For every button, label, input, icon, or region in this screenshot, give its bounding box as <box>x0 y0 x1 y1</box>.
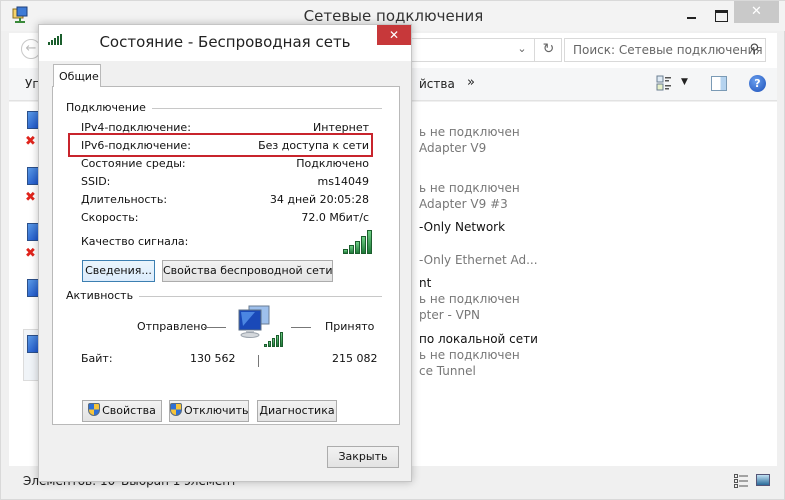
bytes-received-value: 215 082 <box>332 352 378 365</box>
duration-label: Длительность: <box>81 193 168 206</box>
search-placeholder: Поиск: Сетевые подключения <box>573 43 763 57</box>
toolbar-more-button[interactable]: » <box>467 75 475 90</box>
activity-signal-icon <box>264 332 283 347</box>
minimize-button[interactable] <box>681 5 703 25</box>
connection-group-divider <box>139 108 382 109</box>
list-item-text[interactable]: по локальной сети <box>419 332 538 346</box>
list-item-text: ь не подключен <box>419 348 520 362</box>
media-state-label: Состояние среды: <box>81 157 186 170</box>
sent-connector-line <box>204 327 226 328</box>
bytes-sent-value: 130 562 <box>190 352 236 365</box>
wireless-properties-button[interactable]: Свойства беспроводной сети <box>162 260 333 282</box>
media-state-value: Подключено <box>296 157 369 170</box>
activity-group-label: Активность <box>66 289 140 302</box>
disable-button-label: Отключить <box>184 404 249 417</box>
activity-group-divider <box>131 296 382 297</box>
address-dropdown-icon[interactable]: ⌄ <box>511 38 533 62</box>
speed-value: 72.0 Мбит/с <box>301 211 369 224</box>
list-item-text: ь не подключен <box>419 292 520 306</box>
details-button[interactable]: Сведения... <box>82 260 155 282</box>
help-icon[interactable]: ? <box>749 75 766 92</box>
explorer-title: Сетевые подключения <box>303 7 484 25</box>
details-view-icon[interactable] <box>734 474 748 488</box>
refresh-icon[interactable]: ↻ <box>534 38 562 62</box>
close-button[interactable]: Закрыть <box>327 446 399 468</box>
toolbar-organize-button[interactable]: Уг <box>25 77 39 91</box>
diagnose-button[interactable]: Диагностика <box>257 400 337 422</box>
speed-label: Скорость: <box>81 211 139 224</box>
list-item-text: -Only Ethernet Ad... <box>419 253 538 267</box>
dialog-title: Состояние - Беспроводная сеть <box>99 33 351 51</box>
list-item-text: pter - VPN <box>419 308 481 322</box>
search-icon[interactable]: ⚲ <box>749 42 759 57</box>
uac-shield-icon <box>88 403 101 416</box>
tab-general[interactable]: Общие <box>53 64 101 87</box>
uac-shield-icon <box>170 403 182 416</box>
maximize-button[interactable] <box>710 5 732 25</box>
search-input[interactable]: Поиск: Сетевые подключения ⚲ <box>564 38 766 62</box>
list-item-text: Adapter V9 #3 <box>419 197 508 211</box>
ssid-label: SSID: <box>81 175 111 188</box>
bytes-divider <box>258 355 259 367</box>
signal-quality-bars <box>343 230 372 254</box>
disable-button[interactable]: Отключить <box>169 400 249 422</box>
properties-button[interactable]: Свойства <box>82 400 162 422</box>
connection-group-label: Подключение <box>66 101 152 114</box>
sent-label: Отправлено <box>137 320 208 333</box>
ssid-value: ms14049 <box>317 175 369 188</box>
list-item-text[interactable]: nt <box>419 276 431 290</box>
list-item-text: ь не подключен <box>419 181 520 195</box>
ipv6-highlight-box <box>68 133 373 157</box>
list-item-text[interactable]: -Only Network <box>419 220 505 234</box>
received-label: Принято <box>325 320 375 333</box>
disconnected-x-icon: ✖ <box>25 190 36 205</box>
dialog-titlebar: Состояние - Беспроводная сеть ✕ <box>39 25 411 61</box>
properties-button-label: Свойства <box>102 404 156 417</box>
toolbar-properties-button[interactable]: йства <box>419 77 455 91</box>
wireless-status-dialog: Состояние - Беспроводная сеть ✕ Общие По… <box>38 24 412 482</box>
received-connector-line <box>291 327 311 328</box>
signal-quality-label: Качество сигнала: <box>81 235 189 248</box>
view-dropdown-icon[interactable]: ▼ <box>681 77 688 87</box>
explorer-close-button[interactable]: ✕ <box>734 1 779 23</box>
preview-pane-icon[interactable] <box>711 76 727 91</box>
disconnected-x-icon: ✖ <box>25 134 36 149</box>
list-item-text: ce Tunnel <box>419 364 476 378</box>
dialog-close-button[interactable]: ✕ <box>377 25 411 45</box>
list-item-text: Adapter V9 <box>419 141 487 155</box>
large-icons-view-icon[interactable] <box>756 474 770 486</box>
list-item-text: ь не подключен <box>419 125 520 139</box>
change-view-icon[interactable] <box>656 75 672 91</box>
duration-value: 34 дней 20:05:28 <box>269 193 369 206</box>
bytes-label: Байт: <box>81 352 113 365</box>
disconnected-x-icon: ✖ <box>25 246 36 261</box>
